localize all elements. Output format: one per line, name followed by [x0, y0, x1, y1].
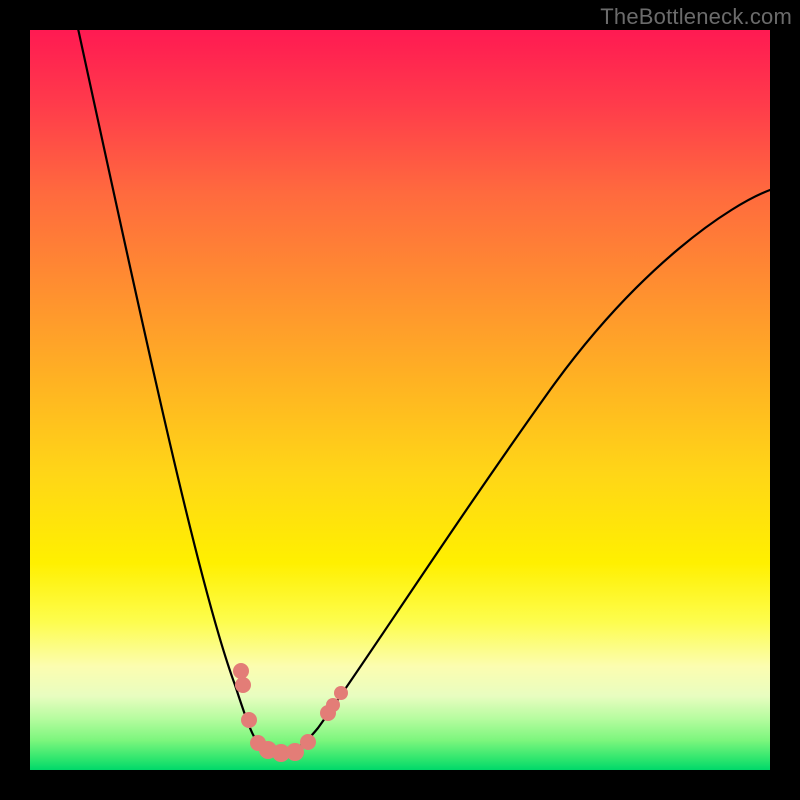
curve-marker — [300, 734, 316, 750]
curve-marker — [235, 677, 251, 693]
curve-markers — [233, 663, 348, 762]
curve-marker — [326, 698, 340, 712]
chart-area — [30, 30, 770, 770]
bottleneck-curve — [74, 30, 770, 754]
curve-marker — [241, 712, 257, 728]
chart-svg — [30, 30, 770, 770]
watermark-text: TheBottleneck.com — [600, 4, 792, 30]
curve-marker — [233, 663, 249, 679]
curve-marker — [334, 686, 348, 700]
